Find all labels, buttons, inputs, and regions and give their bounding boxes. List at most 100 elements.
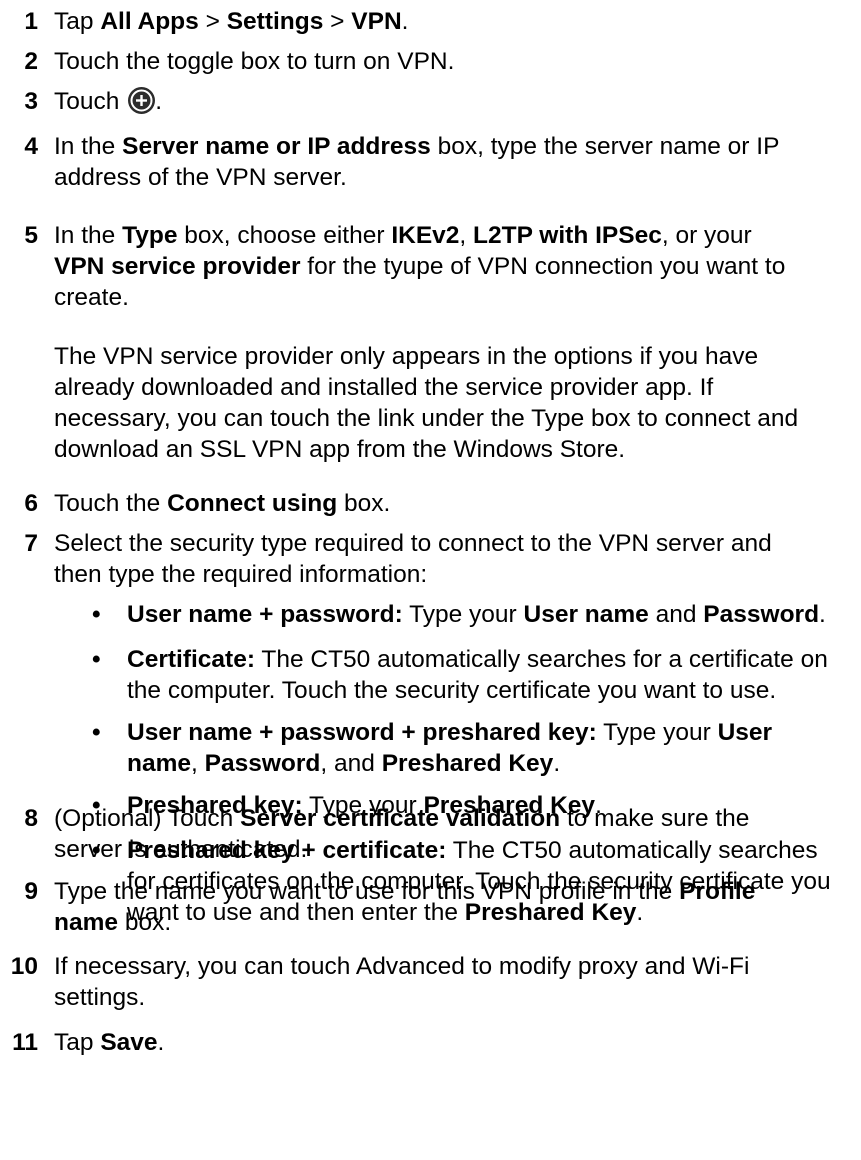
bold-term: Password <box>204 750 321 777</box>
text-line: If necessary, you can touch Advanced to … <box>54 951 854 982</box>
bold-term: Certificate: <box>127 646 255 673</box>
bold-term: Settings <box>226 8 324 35</box>
bold-term: name <box>127 750 192 777</box>
text-line: User name + password + preshared key: Ty… <box>127 717 861 748</box>
plus-circle-icon <box>128 87 156 114</box>
text-line: the computer. Touch the security certifi… <box>127 675 861 706</box>
bold-term: Connect using <box>167 490 338 517</box>
text-run: address of the VPN server. <box>54 164 347 191</box>
bold-term: VPN service provider <box>54 253 301 280</box>
bold-term: Server name or IP address <box>122 133 431 160</box>
text-run: . <box>553 750 561 777</box>
text-line: Tap Save. <box>54 1027 854 1058</box>
step-text: Tap Save. <box>54 1027 854 1058</box>
bold-term: name <box>54 909 119 936</box>
text-run: > <box>323 8 352 35</box>
text-run: Type your <box>402 601 524 628</box>
text-run: , and <box>320 750 382 777</box>
text-run: Touch the toggle box to turn on VPN. <box>54 48 455 75</box>
step-number: 10 <box>10 953 38 980</box>
step-number: 8 <box>24 805 38 832</box>
text-line: address of the VPN server. <box>54 162 854 193</box>
text-run: , <box>191 750 205 777</box>
text-run: create. <box>54 284 129 311</box>
bullet-text: Preshared key + certificate: The CT50 au… <box>127 835 861 928</box>
bold-term: Preshared Key <box>381 750 554 777</box>
text-run: , or your <box>661 222 752 249</box>
text-run: then type the required information: <box>54 561 428 588</box>
text-run: . <box>155 88 162 115</box>
text-run: . <box>595 792 602 819</box>
text-run: The CT50 automatically searches for a ce… <box>254 646 828 673</box>
text-run: Type your <box>302 792 424 819</box>
bullet-dot: • <box>92 792 101 819</box>
bold-term: Preshared key + certificate: <box>127 837 447 864</box>
bullet-dot: • <box>92 646 101 673</box>
text-line: Tap All Apps > Settings > VPN. <box>54 6 854 37</box>
step-text: In the Server name or IP address box, ty… <box>54 131 854 193</box>
text-line: Preshared key: Type your Preshared Key. <box>127 790 861 821</box>
step-text: Select the security type required to con… <box>54 528 854 590</box>
step-number: 7 <box>24 530 38 557</box>
text-run: In the <box>54 133 123 160</box>
step-text: Tap All Apps > Settings > VPN. <box>54 6 854 37</box>
bold-term: Password <box>703 601 820 628</box>
text-run: Select the security type required to con… <box>54 530 772 557</box>
step-number: 9 <box>24 878 38 905</box>
bold-term: User name + password: <box>127 601 403 628</box>
step-text: Touch the Connect using box. <box>54 488 854 519</box>
bullet-text: Preshared key: Type your Preshared Key. <box>127 790 861 821</box>
bullet-text: User name + password + preshared key: Ty… <box>127 717 861 779</box>
bold-term: Preshared Key <box>423 792 596 819</box>
text-line: want to use and then enter the Preshared… <box>127 897 861 928</box>
bullet-text: User name + password: Type your User nam… <box>127 599 861 630</box>
text-run: . <box>157 1029 165 1056</box>
step-text: Touch the toggle box to turn on VPN. <box>54 46 854 77</box>
text-line: then type the required information: <box>54 559 854 590</box>
text-run: the computer. Touch the security certifi… <box>127 677 777 704</box>
step-text: If necessary, you can touch Advanced to … <box>54 951 854 1013</box>
text-run: download an SSL VPN app from the Windows… <box>54 436 626 463</box>
bold-term: L2TP with IPSec <box>473 222 662 249</box>
bold-term: Preshared Key <box>464 899 637 926</box>
text-run: Tap <box>54 8 101 35</box>
bold-term: User name <box>523 601 649 628</box>
text-run: for certificates on the computer. Touch … <box>127 868 831 895</box>
text-line: In the Type box, choose either IKEv2, L2… <box>54 220 854 251</box>
bold-term: Preshared key: <box>127 792 303 819</box>
step-number: 1 <box>24 8 38 35</box>
step-text: Touch . <box>54 86 854 117</box>
bold-term: All Apps <box>100 8 199 35</box>
bullet-text: Certificate: The CT50 automatically sear… <box>127 644 861 706</box>
text-line: The VPN service provider only appears in… <box>54 341 854 372</box>
step-number: 5 <box>24 222 38 249</box>
text-run: In the <box>54 222 123 249</box>
text-run: , <box>459 222 474 249</box>
step-text: In the Type box, choose either IKEv2, L2… <box>54 220 854 313</box>
step-text: The VPN service provider only appears in… <box>54 341 854 465</box>
step-number: 4 <box>24 133 38 160</box>
bold-term: VPN <box>351 8 402 35</box>
text-line: VPN service provider for the tyupe of VP… <box>54 251 854 282</box>
text-line: create. <box>54 282 854 313</box>
step-number: 6 <box>24 490 38 517</box>
step-number: 2 <box>24 48 38 75</box>
bullet-dot: • <box>92 601 101 628</box>
text-run: . <box>819 601 826 628</box>
text-run: Type your <box>596 719 718 746</box>
bold-term: Save <box>100 1029 158 1056</box>
text-line: Touch the toggle box to turn on VPN. <box>54 46 854 77</box>
text-run: Touch the <box>54 490 168 517</box>
text-run: The CT50 automatically searches <box>446 837 818 864</box>
step-number: 3 <box>24 88 38 115</box>
text-line: Preshared key + certificate: The CT50 au… <box>127 835 861 866</box>
text-line: In the Server name or IP address box, ty… <box>54 131 854 162</box>
text-run: The VPN service provider only appears in… <box>54 343 759 370</box>
text-line: Certificate: The CT50 automatically sear… <box>127 644 861 675</box>
bullet-dot: • <box>92 719 101 746</box>
text-run: . <box>636 899 644 926</box>
text-line: name, Password, and Preshared Key. <box>127 748 861 779</box>
step-number: 11 <box>12 1029 38 1056</box>
text-line: User name + password: Type your User nam… <box>127 599 861 630</box>
text-line: Select the security type required to con… <box>54 528 854 559</box>
